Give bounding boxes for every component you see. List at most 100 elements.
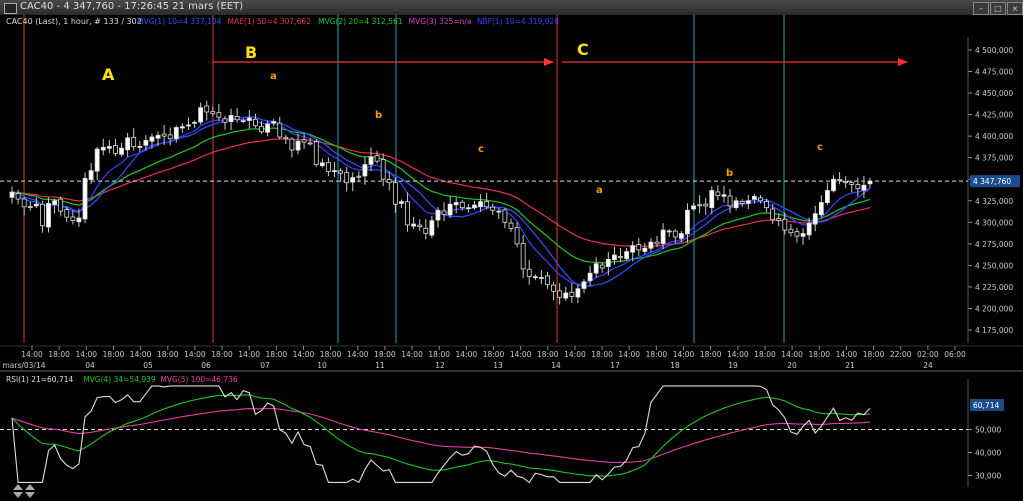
date-label: 18 [670,361,680,370]
candle-body [855,184,861,190]
candle-body [33,203,39,207]
candle-body [441,210,447,215]
candle-body [685,209,690,235]
candle-body [417,224,423,228]
candle-body [618,256,623,259]
candle-body [21,198,27,208]
chart-background [0,15,1023,501]
time-tick-label: 14:00 [510,350,532,359]
time-tick-label: 18:00 [103,350,125,359]
candle-body [173,127,179,139]
date-label: 12 [435,361,445,370]
chart-area[interactable]: 4 175,000 4 200,000 4 225,000 4 250,000 4 27… [0,15,1023,501]
date-label: 10 [317,361,327,370]
candle-body [198,107,204,123]
candle-body [843,181,849,184]
candle-body [192,121,197,124]
price-tick-label: 4 250,000 [975,261,1013,270]
candle-body [265,123,270,133]
price-tick-label: 4 425,000 [975,111,1013,120]
candle-body [40,203,45,227]
date-label: 11 [375,361,385,370]
candle-body [125,137,131,151]
rsi-tick-label: 50,000 [975,426,1001,435]
candle-body [423,227,429,234]
candle-body [289,138,295,151]
candle-body [642,247,648,252]
candle-body [782,218,788,231]
candle-body [106,146,112,149]
date-label: 24 [923,361,933,370]
maximize-button[interactable]: □ [990,2,1006,15]
time-tick-label: 14:00 [564,350,586,359]
price-legend: CAC40 (Last), 1 hour, # 133 / 302 MVG(1)… [6,17,559,26]
window-title: CAC40 - 4 347,760 - 17:26:45 21 mars (EE… [20,1,244,12]
candle-body [581,281,587,289]
close-button[interactable]: × [1007,2,1023,15]
candle-body [259,126,264,133]
candle-body [764,200,769,209]
candle-body [76,217,82,223]
candle-body [137,146,143,148]
subwave-label: c [817,142,823,153]
date-label: 06 [201,361,211,370]
candle-body [624,251,629,259]
candle-body [222,118,228,123]
time-tick-label: 18:00 [863,350,885,359]
candle-body [496,210,502,213]
candle-body [271,121,277,124]
candle-body [520,243,526,270]
candle-body [149,136,155,142]
candle-body [648,241,654,249]
candle-body [52,200,57,205]
price-tick-label: 4 400,000 [975,132,1013,141]
legend-item: MVG(3) 325=n/a [409,17,472,26]
price-tick-label: 4 375,000 [975,154,1013,163]
subwave-label: a [596,185,603,196]
date-label: 07 [260,361,270,370]
date-label: 14 [551,361,561,370]
candle-body [612,254,617,260]
time-tick-label: 14:00 [347,350,369,359]
candle-body [246,117,252,121]
time-tick-label: 14:00 [401,350,423,359]
candle-body [58,198,64,212]
candle-body [593,263,599,274]
time-tick-label: 18:00 [646,350,668,359]
legend-item: MVG(2) 20=4 312,561 [318,17,403,26]
candle-body [739,200,745,204]
rsi-legend-item: MVG(4) 34=54,939 [83,375,156,384]
candle-body [849,182,855,185]
candle-body [691,205,696,210]
candle-body [301,139,307,143]
candle-body [526,268,532,278]
time-tick-label: 14:00 [618,350,640,359]
candle-body [131,136,137,147]
candle-body [636,244,642,251]
time-tick-label: 18:00 [428,350,450,359]
date-label: 17 [610,361,620,370]
rsi-legend: RSI(1) 21=60,714 MVG(4) 34=54,939 MVG(5) 1… [6,375,238,384]
candle-body [380,159,386,180]
price-tick-label: 4 325,000 [975,197,1013,206]
rsi-last-label: 60,714 [973,401,999,410]
time-tick-label: 14:00 [727,350,749,359]
candle-body [356,175,362,178]
candle-body [100,146,106,151]
candle-body [399,201,404,204]
candle-body [630,245,636,253]
subwave-label: c [478,144,484,155]
candle-body [660,229,666,244]
candle-body [867,180,873,185]
candle-body [46,202,51,228]
wave-label: C [577,40,589,59]
candle-body [435,209,441,221]
candle-body [672,230,678,238]
price-tick-label: 4 225,000 [975,283,1013,292]
legend-item: MVG(1) 10=4 337,104 [137,17,222,26]
price-tick-label: 4 275,000 [975,240,1013,249]
candle-body [800,233,806,237]
minimize-button[interactable]: – [973,2,989,15]
candle-body [794,231,800,237]
candle-body [478,201,483,207]
